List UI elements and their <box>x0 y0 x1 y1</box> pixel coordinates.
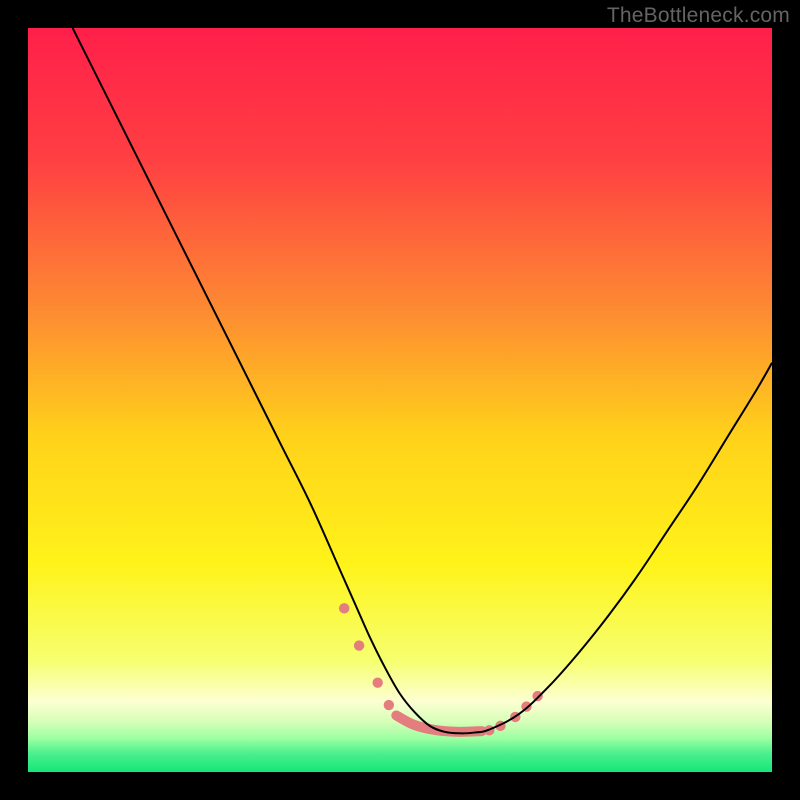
guide-dot <box>339 603 349 613</box>
guide-dot <box>532 691 542 701</box>
watermark-text: TheBottleneck.com <box>607 4 790 28</box>
chart-plot-area <box>28 28 772 772</box>
outer-frame: TheBottleneck.com <box>0 0 800 800</box>
chart-svg <box>28 28 772 772</box>
gradient-background <box>28 28 772 772</box>
guide-dot <box>354 640 364 650</box>
guide-dot <box>372 678 382 688</box>
guide-dot <box>384 700 394 710</box>
